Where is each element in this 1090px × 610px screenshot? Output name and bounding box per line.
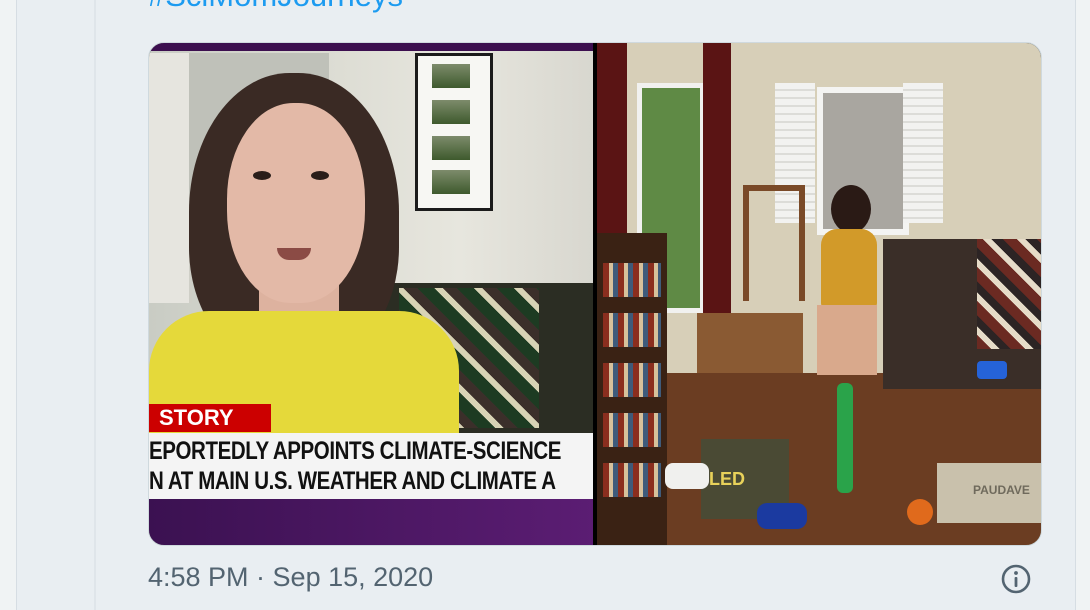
media-image-news[interactable]: STORY EPORTEDLY APPOINTS CLIMATE-SCIENCE… <box>149 43 593 545</box>
thread-rail <box>94 0 96 610</box>
chyron-label-text: STORY <box>159 405 234 430</box>
chyron-label: STORY <box>149 404 271 432</box>
news-person-eye-right <box>311 171 329 180</box>
curtain-right <box>703 43 731 313</box>
chyron-banner: EPORTEDLY APPOINTS CLIMATE-SCIENCE N AT … <box>149 433 593 499</box>
toy-block <box>977 361 1007 379</box>
news-wall-art <box>415 53 493 211</box>
toy-ball <box>907 499 933 525</box>
person-legs <box>817 305 877 375</box>
bookshelf <box>597 233 667 545</box>
news-person-face <box>227 103 365 303</box>
toy-box-label: LED <box>709 469 745 489</box>
chyron-line-2: N AT MAIN U.S. WEATHER AND CLIMATE A <box>149 467 556 495</box>
shutter-right <box>903 83 943 223</box>
info-icon[interactable] <box>1000 563 1032 595</box>
news-top-bar <box>149 43 593 51</box>
hashtag-link[interactable]: #SciMomJourneys <box>148 0 403 14</box>
person-hair <box>831 185 871 233</box>
media-image-home-office[interactable]: LED PAUDAVE <box>597 43 1041 545</box>
box-sign: PAUDAVE <box>937 463 1041 523</box>
box-sign-text: PAUDAVE <box>973 483 1030 497</box>
news-bottom-bar <box>149 499 593 545</box>
left-gutter <box>0 0 16 610</box>
toy-phone <box>665 463 709 489</box>
coffee-table <box>697 313 803 373</box>
chair <box>743 185 805 301</box>
toy-car <box>757 503 807 529</box>
chyron-line-1: EPORTEDLY APPOINTS CLIMATE-SCIENCE <box>149 437 562 465</box>
sofa-quilt <box>977 239 1041 349</box>
news-person-eye-left <box>253 171 271 180</box>
media-grid: STORY EPORTEDLY APPOINTS CLIMATE-SCIENCE… <box>148 42 1042 546</box>
news-doorframe <box>149 53 192 303</box>
person-sweater <box>821 229 877 309</box>
tweet-timestamp[interactable]: 4:58 PM · Sep 15, 2020 <box>148 562 433 593</box>
toy-track <box>837 383 853 493</box>
